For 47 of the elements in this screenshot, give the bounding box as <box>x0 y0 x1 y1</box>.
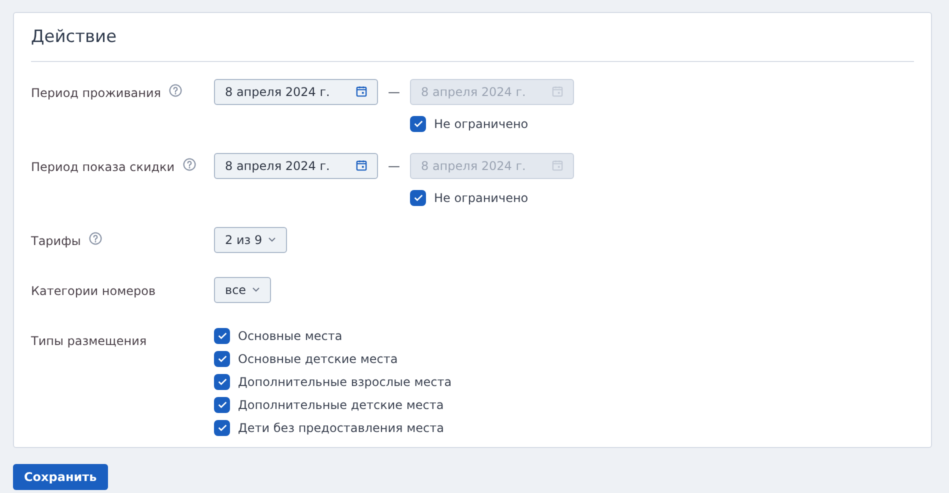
calendar-icon <box>356 86 367 97</box>
check-icon <box>412 192 424 203</box>
checkbox[interactable] <box>410 116 426 132</box>
date-field[interactable]: 8 апреля 2024 г. <box>214 78 378 104</box>
checkbox[interactable] <box>214 374 230 390</box>
calendar-icon <box>552 86 563 97</box>
checkbox-label: Не ограничено <box>434 190 528 206</box>
check-icon <box>216 376 228 387</box>
chevron-down-icon <box>268 237 276 242</box>
section-title: Действие <box>31 25 914 62</box>
check-icon <box>216 399 228 410</box>
date-field[interactable]: 8 апреля 2024 г. <box>214 152 378 178</box>
date-value: 8 апреля 2024 г. <box>225 158 330 174</box>
checkbox-label: Не ограничено <box>434 116 528 132</box>
field-label: Категории номеров <box>31 282 156 300</box>
checkbox-label: Основные детские места <box>238 350 398 368</box>
checkbox-label: Дополнительные детские места <box>238 396 444 414</box>
range-dash: — <box>387 84 401 100</box>
checkbox-label: Основные места <box>238 328 342 344</box>
date-value: 8 апреля 2024 г. <box>421 84 526 100</box>
calendar-icon <box>356 160 367 171</box>
date-value: 8 апреля 2024 г. <box>421 158 526 174</box>
checkbox-label: Дети без предоставления места <box>238 420 444 436</box>
chevron-down-icon <box>252 287 260 292</box>
range-dash: — <box>387 158 401 174</box>
save-button[interactable]: Сохранить <box>13 464 108 490</box>
checkbox[interactable] <box>214 350 230 366</box>
checkbox[interactable] <box>214 328 230 344</box>
dropdown[interactable]: 2 из 9 <box>214 226 288 252</box>
field-label: Период показа скидки <box>31 158 175 176</box>
help-icon[interactable] <box>182 158 196 170</box>
field-label: Тарифы <box>31 232 81 250</box>
checkbox[interactable] <box>214 420 230 436</box>
field-label: Типы размещения <box>31 332 147 350</box>
checkbox-label: Дополнительные взрослые места <box>238 374 452 390</box>
help-icon[interactable] <box>88 232 102 244</box>
check-icon <box>216 422 228 433</box>
help-icon[interactable] <box>168 84 182 96</box>
field-label: Период проживания <box>31 84 161 102</box>
checkbox[interactable] <box>214 396 230 412</box>
dropdown[interactable]: все <box>214 276 272 302</box>
check-icon <box>216 353 228 364</box>
checkbox[interactable] <box>410 190 426 206</box>
calendar-icon <box>552 160 563 171</box>
check-icon <box>216 330 228 341</box>
date-value: 8 апреля 2024 г. <box>225 84 330 100</box>
check-icon <box>412 118 424 129</box>
